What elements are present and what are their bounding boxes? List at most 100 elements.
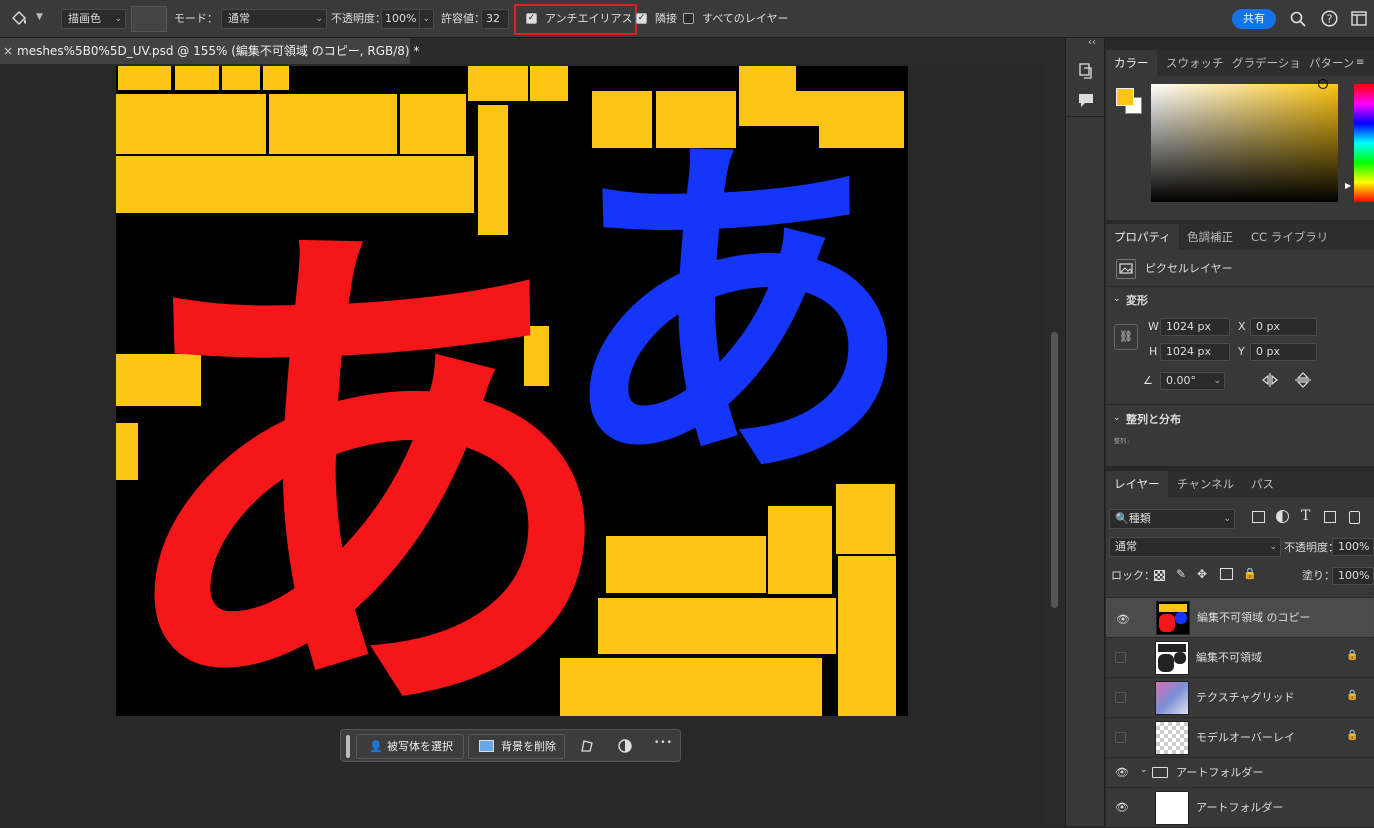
color-panel: カラー スウォッチ グラデーショ パターン ≡ ▶ — [1106, 50, 1374, 220]
height-input[interactable]: 1024 px — [1160, 343, 1230, 361]
filter-type-icon[interactable]: T — [1301, 508, 1310, 524]
layer-thumbnail — [1155, 721, 1189, 755]
filter-smart-object-icon[interactable] — [1349, 511, 1360, 524]
remove-background-button[interactable]: 背景を削除 — [468, 734, 565, 759]
collapse-panels-icon[interactable]: ‹‹ — [1088, 37, 1096, 48]
layer-filter-select[interactable]: 🔍種類 ⌄ — [1109, 509, 1235, 529]
link-dimensions-icon[interactable]: ⛓ — [1114, 324, 1138, 350]
transform-section-title: 変形 — [1126, 294, 1148, 307]
scrollbar-thumb[interactable] — [1051, 332, 1058, 608]
fill-source-select[interactable]: 描画色 ⌄ — [61, 9, 126, 29]
close-icon[interactable]: × — [3, 38, 13, 64]
x-input[interactable]: 0 px — [1250, 318, 1317, 336]
layer-thumbnail — [1156, 601, 1190, 635]
uv-island — [175, 66, 219, 90]
all-layers-checkbox[interactable] — [683, 13, 694, 24]
mode-label: モード： — [174, 12, 218, 25]
chevron-down-icon[interactable]: ⌄ — [1113, 294, 1121, 304]
fill-label: 塗り： — [1302, 569, 1335, 582]
antialias-checkbox[interactable]: ✓ — [526, 13, 537, 24]
lock-all-icon[interactable]: 🔒 — [1243, 567, 1257, 580]
workspace-icon[interactable] — [1351, 11, 1367, 29]
y-input[interactable]: 0 px — [1250, 343, 1317, 361]
eye-icon[interactable]: 👁 — [1116, 611, 1130, 629]
tab-channels[interactable]: チャンネル — [1169, 471, 1242, 497]
foreground-color-swatch[interactable] — [1116, 88, 1134, 106]
color-picker-field[interactable] — [1151, 84, 1338, 202]
all-layers-label: すべてのレイヤー — [702, 12, 789, 25]
history-icon[interactable] — [1077, 62, 1095, 83]
visibility-toggle[interactable] — [1115, 692, 1126, 703]
opacity-input[interactable]: 100% ⌄ — [381, 9, 434, 29]
chevron-down-icon[interactable]: ⌄ — [1113, 413, 1121, 423]
adjustment-icon[interactable] — [617, 738, 633, 757]
comments-icon[interactable] — [1077, 92, 1095, 111]
uv-island — [838, 556, 896, 716]
tab-paths[interactable]: パス — [1243, 471, 1282, 497]
lock-transparent-pixels-icon[interactable] — [1154, 570, 1165, 581]
filter-adjustment-icon[interactable] — [1276, 510, 1289, 523]
align-sublabel: 整列 : — [1114, 438, 1130, 445]
layer-row[interactable]: 👁 編集不可領域 のコピー — [1106, 597, 1374, 637]
layer-thumbnail — [1155, 641, 1189, 675]
tab-gradients[interactable]: グラデーショ — [1224, 50, 1309, 76]
panel-menu-icon[interactable]: ≡ — [1356, 57, 1364, 68]
layer-row[interactable]: 👁 アートフォルダー — [1106, 787, 1374, 827]
layer-opacity-input[interactable]: 100% — [1332, 538, 1374, 556]
tab-patterns[interactable]: パターン — [1301, 50, 1362, 76]
svg-text:?: ? — [1327, 13, 1333, 26]
color-picker-cursor[interactable] — [1318, 79, 1328, 89]
contiguous-checkbox[interactable]: ✓ — [636, 13, 647, 24]
fill-input[interactable]: 100% — [1332, 567, 1374, 585]
filter-pixel-icon[interactable] — [1252, 511, 1265, 523]
search-icon[interactable] — [1290, 11, 1306, 30]
visibility-toggle[interactable] — [1115, 652, 1126, 663]
tab-adjustments[interactable]: 色調補正 — [1179, 224, 1241, 250]
layer-group-row[interactable]: 👁 ⌄ アートフォルダー — [1106, 757, 1374, 787]
select-subject-button[interactable]: 👤 被写体を選択 — [356, 734, 464, 759]
properties-panel: プロパティ 色調補正 CC ライブラリ ピクセルレイヤー ⌄ 変形 ⛓ W 10… — [1106, 224, 1374, 466]
document-tab[interactable]: × meshes%5B0%5D_UV.psd @ 155% (編集不可領域 のコ… — [0, 38, 419, 64]
angle-value: 0.00° — [1166, 374, 1196, 387]
tool-preset-chevron-icon[interactable]: ▼ — [36, 12, 43, 22]
tab-cc-libraries[interactable]: CC ライブラリ — [1243, 224, 1336, 250]
document-canvas[interactable]: あ あ — [116, 66, 908, 716]
layer-row[interactable]: モデルオーバーレイ 🔒 — [1106, 717, 1374, 757]
tab-color[interactable]: カラー — [1106, 50, 1157, 76]
transform-icon[interactable] — [579, 738, 595, 757]
layer-row[interactable]: テクスチャグリッド 🔒 — [1106, 677, 1374, 717]
uv-island — [118, 66, 171, 90]
lock-position-icon[interactable]: ✥ — [1197, 567, 1207, 581]
tab-properties[interactable]: プロパティ — [1106, 224, 1179, 250]
lock-image-pixels-icon[interactable]: ✎ — [1176, 567, 1186, 581]
paint-bucket-tool-icon[interactable] — [10, 10, 30, 28]
hue-slider[interactable] — [1354, 84, 1374, 202]
tab-layers[interactable]: レイヤー — [1106, 471, 1168, 497]
angle-input[interactable]: 0.00° ⌄ — [1160, 372, 1225, 390]
width-input[interactable]: 1024 px — [1160, 318, 1230, 336]
pattern-swatch[interactable] — [131, 6, 167, 32]
more-options-icon[interactable]: ••• — [654, 738, 673, 748]
tab-swatches[interactable]: スウォッチ — [1158, 50, 1232, 76]
eye-icon[interactable]: 👁 — [1115, 801, 1129, 814]
visibility-toggle[interactable] — [1115, 732, 1126, 743]
chevron-down-icon[interactable]: ⌄ — [1140, 765, 1148, 775]
drag-handle[interactable] — [346, 735, 350, 758]
opacity-value: 100% — [385, 12, 417, 25]
tolerance-input[interactable]: 32 — [481, 9, 509, 29]
lock-artboard-icon[interactable] — [1220, 568, 1233, 580]
mode-value: 通常 — [228, 12, 250, 25]
flip-vertical-icon[interactable] — [1294, 372, 1312, 391]
uv-island — [222, 66, 260, 90]
blend-mode-select[interactable]: 通常 ⌄ — [1109, 537, 1281, 557]
flip-horizontal-icon[interactable] — [1261, 372, 1279, 391]
help-icon[interactable]: ? — [1321, 10, 1338, 30]
eye-icon[interactable]: 👁 — [1115, 766, 1129, 779]
filter-shape-icon[interactable] — [1324, 511, 1336, 523]
layer-row[interactable]: 編集不可領域 🔒 — [1106, 637, 1374, 677]
hue-slider-pointer-icon[interactable]: ▶ — [1345, 181, 1351, 190]
mode-select[interactable]: 通常 ⌄ — [221, 9, 327, 29]
layer-thumbnail — [1155, 681, 1189, 715]
share-button[interactable]: 共有 — [1232, 9, 1276, 29]
layer-name: 編集不可領域 のコピー — [1197, 611, 1311, 624]
